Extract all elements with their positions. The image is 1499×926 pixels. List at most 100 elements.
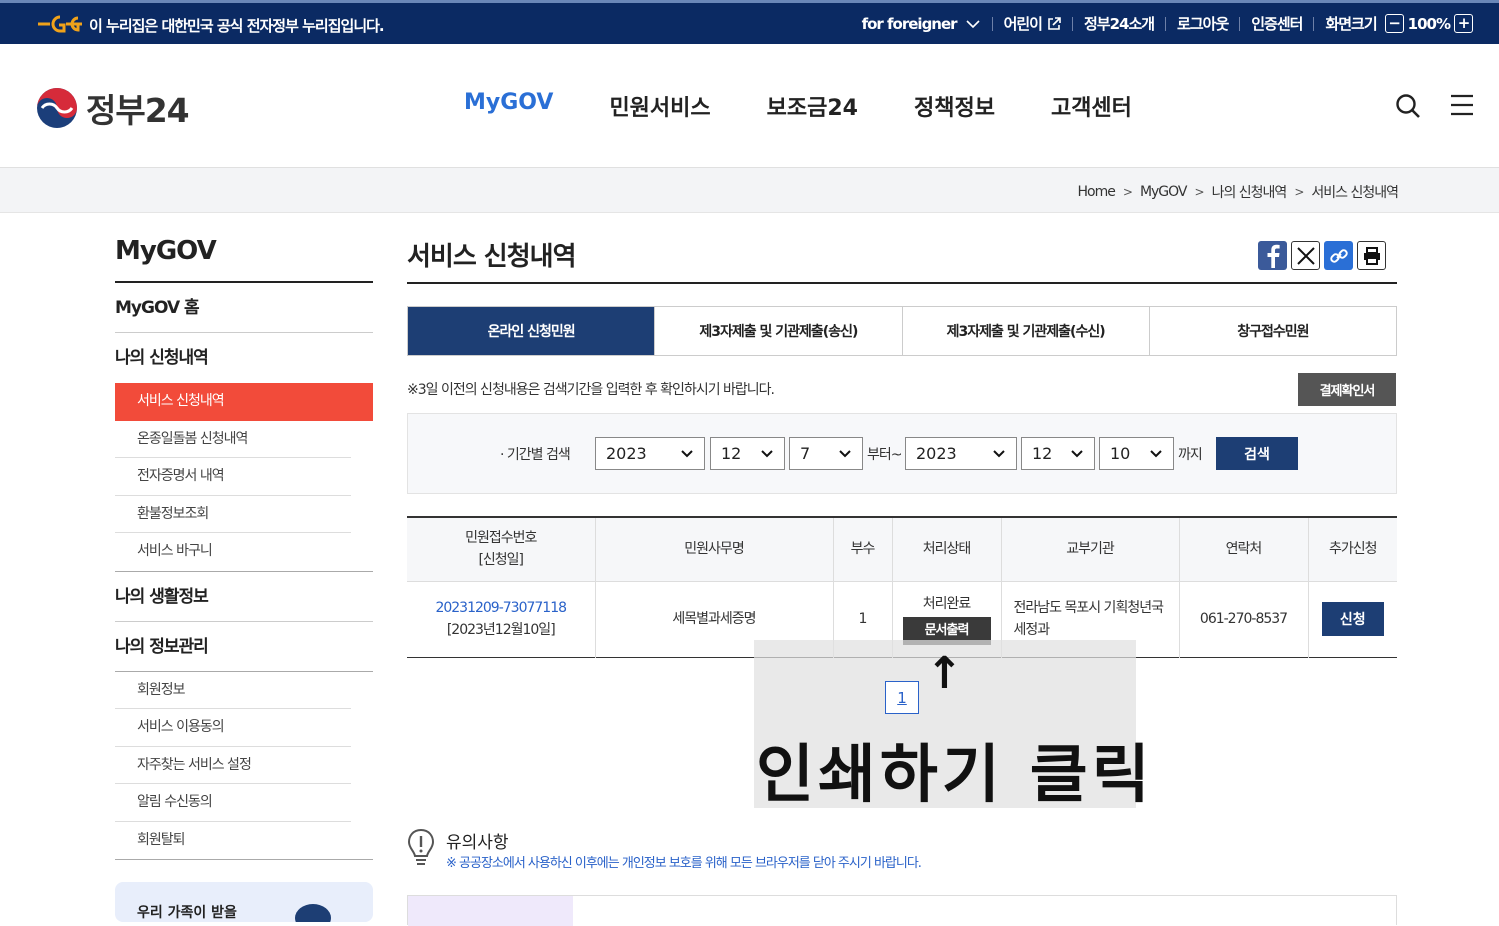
sidebar-item-consent[interactable]: 서비스 이용동의: [115, 709, 351, 747]
to-month-select[interactable]: 12: [1021, 437, 1095, 470]
search-icon[interactable]: [1395, 93, 1421, 119]
logout-link[interactable]: 로그아웃: [1177, 13, 1229, 34]
receipt-number-link[interactable]: 20231209-73077118: [435, 600, 567, 616]
sidebar-item-childcare[interactable]: 온종일돌봄 신청내역: [115, 421, 351, 458]
breadcrumb-my-applications[interactable]: 나의 신청내역: [1212, 182, 1288, 202]
sidebar-section-life-info[interactable]: 나의 생활정보: [115, 572, 373, 622]
application-tabs: 온라인 신청민원 제3자제출 및 기관제출(송신) 제3자제출 및 기관제출(수…: [407, 306, 1397, 356]
breadcrumb-mygov[interactable]: MyGOV: [1140, 184, 1188, 200]
sidebar-section-account[interactable]: 나의 정보관리: [115, 622, 373, 672]
bottom-panel-tab: [408, 896, 573, 926]
sidebar-section-applications[interactable]: 나의 신청내역: [115, 333, 373, 383]
applications-table: 민원접수번호 [신청일] 민원사무명 부수 처리상태 교부기관 연락처 추가신청 …: [407, 516, 1397, 658]
page-1-link[interactable]: 1: [885, 681, 919, 714]
chevron-down-icon: [993, 450, 1005, 458]
tab-third-party-sent[interactable]: 제3자제출 및 기관제출(송신): [655, 307, 903, 355]
copy-link-icon[interactable]: [1324, 241, 1353, 270]
site-logo[interactable]: 정부24: [36, 84, 190, 132]
to-year-select[interactable]: 2023: [905, 437, 1017, 470]
caution-title: 유의사항: [446, 833, 509, 853]
sidebar-submenu-account: 회원정보 서비스 이용동의 자주찾는 서비스 설정 알림 수신동의 회원탈퇴: [115, 672, 373, 860]
nav-customer-center[interactable]: 고객센터: [1051, 90, 1132, 122]
about-link[interactable]: 정부24소개: [1084, 13, 1155, 34]
from-month-select[interactable]: 12: [710, 437, 785, 470]
nav-subsidy24[interactable]: 보조금24: [767, 90, 858, 122]
instruction-overlay: ↑ 인쇄하기 클릭: [754, 640, 1150, 811]
for-foreigner-link[interactable]: for foreigner: [862, 15, 958, 33]
chevron-down-icon: [1071, 450, 1083, 458]
chevron-down-icon[interactable]: [965, 19, 981, 29]
share-tools: [1258, 241, 1386, 270]
chevron-right-icon: >: [1294, 185, 1304, 199]
apply-button[interactable]: 신청: [1321, 602, 1384, 636]
from-year-select[interactable]: 2023: [595, 437, 705, 470]
x-twitter-icon[interactable]: [1291, 241, 1320, 270]
to-label: 까지: [1178, 447, 1203, 463]
sidebar-title: MyGOV: [115, 236, 373, 283]
official-notice: 이 누리집은 대한민국 공식 전자정부 누리집입니다.: [89, 17, 385, 35]
table-header-row: 민원접수번호 [신청일] 민원사무명 부수 처리상태 교부기관 연락처 추가신청: [407, 517, 1397, 582]
nav-civil-service[interactable]: 민원서비스: [609, 90, 710, 122]
zoom-in-button[interactable]: +: [1454, 14, 1473, 33]
search-button[interactable]: 검색: [1216, 437, 1298, 470]
site-name: 정부24: [86, 91, 190, 130]
cert-center-link[interactable]: 인증센터: [1251, 13, 1303, 34]
nav-mygov[interactable]: MyGOV: [464, 90, 553, 122]
sidebar-item-favorites[interactable]: 자주찾는 서비스 설정: [115, 747, 351, 784]
sidebar-submenu-applications: 서비스 신청내역 온종일돌봄 신청내역 전자증명서 내역 환불정보조회 서비스 …: [115, 383, 373, 572]
col-service-name: 민원사무명: [595, 517, 834, 582]
sidebar-item-e-certificates[interactable]: 전자증명서 내역: [115, 458, 351, 496]
caution-description: ※ 공공장소에서 사용하신 이후에는 개인정보 보호를 위해 모든 브라우저를 …: [446, 856, 922, 871]
sidebar-item-refunds[interactable]: 환불정보조회: [115, 496, 351, 533]
facebook-icon[interactable]: [1258, 241, 1287, 270]
payment-confirmation-button[interactable]: 결제확인서: [1298, 373, 1396, 406]
col-contact: 연락처: [1179, 517, 1309, 582]
col-additional: 추가신청: [1308, 517, 1397, 582]
menu-icon[interactable]: [1450, 93, 1474, 117]
sidebar-item-service-basket[interactable]: 서비스 바구니: [115, 533, 351, 571]
tab-online-applications[interactable]: 온라인 신청민원: [408, 307, 656, 355]
col-agency: 교부기관: [1001, 517, 1180, 582]
col-copies: 부수: [833, 517, 893, 582]
status-text: 처리완료: [922, 596, 972, 612]
chevron-down-icon: [761, 450, 773, 458]
sidebar-item-member-info[interactable]: 회원정보: [115, 672, 351, 709]
main-content: 서비스 신청내역 온라인 신청민원 제3자제출 및 기관제출(송신) 제3자제출…: [407, 236, 1397, 657]
from-label: 부터~: [867, 447, 902, 463]
sidebar-item-mygov-home[interactable]: MyGOV 홈: [115, 283, 373, 333]
sidebar-item-notifications[interactable]: 알림 수신동의: [115, 784, 351, 822]
screen-size-label: 화면크기: [1325, 15, 1377, 33]
search-note: ※3일 이전의 신청내용은 검색기간을 입력한 후 확인하시기 바랍니다.: [407, 382, 775, 398]
zoom-out-button[interactable]: −: [1384, 14, 1404, 33]
up-arrow-icon: ↑: [926, 648, 963, 699]
nav-policy-info[interactable]: 정책정보: [914, 90, 995, 122]
breadcrumb-home[interactable]: Home: [1078, 184, 1116, 200]
receipt-cell: 20231209-73077118 [2023년12월10일]: [407, 581, 596, 657]
promo-banner[interactable]: 우리 가족이 받을: [115, 882, 373, 922]
kids-link[interactable]: 어린이: [1004, 13, 1043, 34]
period-search-box: · 기간별 검색 2023 12 7 부터~ 2023 12 10 까지 검색: [407, 413, 1397, 494]
phone-cell: 061-270-8537: [1179, 581, 1309, 657]
instruction-text: 인쇄하기 클릭: [756, 738, 1154, 811]
col-receipt-number: 민원접수번호 [신청일]: [407, 517, 596, 582]
utility-links: for foreigner 어린이 정부24소개 로그아웃 인증센터 화면크기 …: [862, 13, 1477, 34]
breadcrumb: Home > MyGOV > 나의 신청내역 > 서비스 신청내역: [1078, 182, 1399, 202]
chevron-down-icon: [681, 450, 693, 458]
tab-third-party-received[interactable]: 제3자제출 및 기관제출(수신): [902, 307, 1150, 355]
print-icon[interactable]: [1357, 241, 1386, 270]
taegeuk-logo-icon: [37, 88, 77, 128]
apply-cell: 신청: [1308, 581, 1397, 657]
chevron-down-icon: [839, 450, 851, 458]
government-banner: 이 누리집은 대한민국 공식 전자정부 누리집입니다. for foreigne…: [0, 0, 1499, 44]
bottom-panel: [407, 895, 1397, 926]
col-status: 처리상태: [892, 517, 1002, 582]
period-search-label: · 기간별 검색: [500, 447, 571, 463]
tab-counter-applications[interactable]: 창구접수민원: [1149, 307, 1396, 355]
sidebar-item-withdraw[interactable]: 회원탈퇴: [115, 822, 351, 860]
from-day-select[interactable]: 7: [789, 437, 863, 470]
page-title: 서비스 신청내역: [407, 236, 1397, 284]
promo-banner-text: 우리 가족이 받을: [137, 905, 237, 921]
sidebar-item-service-applications[interactable]: 서비스 신청내역: [115, 383, 373, 421]
to-day-select[interactable]: 10: [1099, 437, 1174, 470]
external-link-icon: [1048, 16, 1061, 30]
